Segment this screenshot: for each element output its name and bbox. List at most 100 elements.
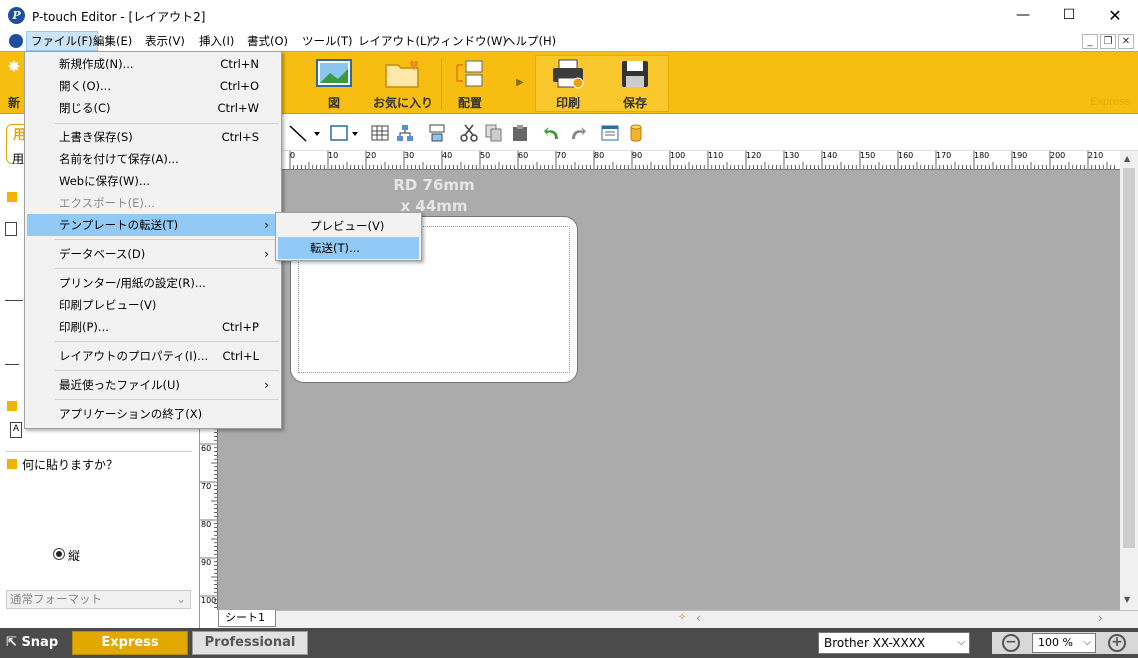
table-icon[interactable] <box>370 123 390 143</box>
menu-item-save[interactable]: 上書き保存(S) Ctrl+S <box>27 126 279 148</box>
ribbon-favorites-button[interactable]: お気に入り <box>370 55 436 113</box>
redo-icon[interactable] <box>568 123 588 143</box>
menu-item-printer-paper-setup[interactable]: プリンター/用紙の設定(R)... <box>27 272 279 294</box>
submenu-item-transfer[interactable]: 転送(T)... <box>278 237 419 259</box>
org-chart-icon[interactable] <box>395 123 415 143</box>
menu-item-recent-files[interactable]: 最近使ったファイル(U) › <box>27 374 279 396</box>
sheet-tab[interactable]: シート1 <box>218 610 276 627</box>
menu-item-close[interactable]: 閉じる(C) Ctrl+W <box>27 97 279 119</box>
close-button[interactable]: ✕ <box>1092 0 1138 31</box>
snap-button[interactable]: ⇱ Snap <box>6 634 58 652</box>
ruler-label: 80 <box>594 151 605 160</box>
snap-icon: ⇱ <box>6 635 17 650</box>
minimize-button[interactable]: — <box>1000 0 1046 31</box>
menu-window[interactable]: ウィンドウ(W) <box>425 31 511 51</box>
ruler-label: 170 <box>936 151 952 160</box>
ribbon-mode-label: Express <box>1090 96 1130 108</box>
ruler-label: 20 <box>366 151 377 160</box>
mdi-minimize-button[interactable]: _ <box>1082 34 1098 49</box>
ruler-label: 30 <box>404 151 415 160</box>
undo-icon[interactable] <box>542 123 562 143</box>
menu-edit[interactable]: 編集(E) <box>89 31 136 51</box>
zoom-out-button[interactable]: − <box>1002 634 1020 652</box>
menu-item-database[interactable]: データベース(D) › <box>27 243 279 265</box>
zoom-in-button[interactable]: + <box>1108 634 1126 652</box>
chevron-down-icon[interactable] <box>350 123 360 143</box>
menu-item-open[interactable]: 開く(O)... Ctrl+O <box>27 75 279 97</box>
new-sparkle-icon: ✸ <box>7 57 21 76</box>
chevron-down-icon[interactable] <box>312 123 322 143</box>
ruler-label: 160 <box>898 151 914 160</box>
menu-separator <box>55 341 279 342</box>
chevron-down-icon: ⌵ <box>957 637 965 648</box>
ruler-label: 120 <box>746 151 762 160</box>
title-bar: P P-touch Editor - [レイアウト2] — ☐ ✕ <box>0 0 1138 31</box>
sheet-bar: シート1 ✧ ‹ › <box>218 610 1138 628</box>
ribbon-picture-button[interactable]: 図 <box>308 55 360 113</box>
database-icon[interactable] <box>626 123 646 143</box>
ptouch-app-icon[interactable]: P <box>8 7 25 24</box>
new-sheet-icon[interactable]: ✧ <box>678 612 686 623</box>
scrollbar-thumb[interactable] <box>1123 168 1135 548</box>
menu-item-save-to-web[interactable]: Webに保存(W)... <box>27 170 279 192</box>
format-select[interactable]: 通常フォーマット ⌄ <box>6 590 191 609</box>
ribbon-expand-arrow[interactable]: ▶ <box>512 55 528 113</box>
menu-help[interactable]: ヘルプ(H) <box>500 31 560 51</box>
menu-separator <box>55 268 279 269</box>
menu-item-export: エクスポート(E)... <box>59 196 155 210</box>
menu-view[interactable]: 表示(V) <box>141 31 189 51</box>
vertical-scrollbar[interactable]: ▲ ▼ <box>1120 151 1138 610</box>
ruler-label: 180 <box>974 151 990 160</box>
menu-separator <box>55 399 279 400</box>
menu-item-save-as[interactable]: 名前を付けて保存(A)... <box>27 148 279 170</box>
menu-item-transfer-template[interactable]: テンプレートの転送(T) › <box>27 214 279 236</box>
copy-icon[interactable] <box>484 123 504 143</box>
orientation-portrait-label: 縦 <box>68 549 81 563</box>
menu-format[interactable]: 書式(O) <box>243 31 292 51</box>
menu-item-new[interactable]: 新規作成(N)... Ctrl+N <box>27 53 279 75</box>
submenu-arrow-icon: › <box>264 218 269 232</box>
professional-mode-button[interactable]: Professional <box>192 631 308 655</box>
transfer-template-submenu: プレビュー(V) 転送(T)... <box>275 212 422 261</box>
ribbon-save-button[interactable]: 保存 <box>608 55 662 113</box>
express-mode-button[interactable]: Express <box>72 631 188 655</box>
menu-item-print[interactable]: 印刷(P)... Ctrl+P <box>27 316 279 338</box>
properties-window-icon[interactable] <box>600 123 620 143</box>
scroll-down-icon[interactable]: ▼ <box>1124 595 1130 604</box>
submenu-arrow-icon: › <box>264 247 269 261</box>
ruler-label: 50 <box>480 151 491 160</box>
paste-icon[interactable] <box>510 123 530 143</box>
divider <box>6 451 192 452</box>
ruler-label: 200 <box>1050 151 1066 160</box>
mdi-restore-button[interactable]: ❐ <box>1100 34 1116 49</box>
orientation-portrait-radio[interactable] <box>53 548 65 560</box>
ribbon-print-button[interactable]: 印刷 <box>540 55 596 113</box>
new-button[interactable]: ✸ 新 <box>2 55 26 113</box>
zoom-select[interactable]: 100 % ⌵ <box>1032 633 1096 653</box>
printer-select[interactable]: Brother XX-XXXX ⌵ <box>818 632 970 654</box>
mdi-close-button[interactable]: ✕ <box>1118 34 1134 49</box>
menu-file[interactable]: ファイル(F) <box>26 31 98 51</box>
menu-item-exit[interactable]: アプリケーションの終了(X) <box>27 403 279 425</box>
layout-object-icon[interactable] <box>427 123 447 143</box>
menu-item-print-preview[interactable]: 印刷プレビュー(V) <box>27 294 279 316</box>
document-system-icon[interactable] <box>9 34 23 48</box>
line-tool-icon[interactable] <box>288 123 308 143</box>
ruler-label: 190 <box>1012 151 1028 160</box>
submenu-item-preview[interactable]: プレビュー(V) <box>278 215 419 237</box>
zoom-controls: − 100 % ⌵ + <box>992 632 1138 654</box>
section-marker <box>7 459 17 469</box>
ruler-label: 60 <box>518 151 529 160</box>
menu-item-layout-properties[interactable]: レイアウトのプロパティ(I)... Ctrl+L <box>27 345 279 367</box>
menu-tools[interactable]: ツール(T) <box>298 31 357 51</box>
chevron-right-icon[interactable]: › <box>1098 611 1103 625</box>
rectangle-tool-icon[interactable] <box>329 123 349 143</box>
cut-icon[interactable] <box>459 123 479 143</box>
chevron-left-icon[interactable]: ‹ <box>696 611 701 625</box>
ruler-label: 90 <box>632 151 643 160</box>
ribbon-arrange-button[interactable]: 配置 <box>450 55 490 113</box>
menu-layout[interactable]: レイアウト(L) <box>354 31 435 51</box>
menu-insert[interactable]: 挿入(I) <box>195 31 238 51</box>
scroll-up-icon[interactable]: ▲ <box>1124 154 1130 163</box>
maximize-button[interactable]: ☐ <box>1046 0 1092 31</box>
